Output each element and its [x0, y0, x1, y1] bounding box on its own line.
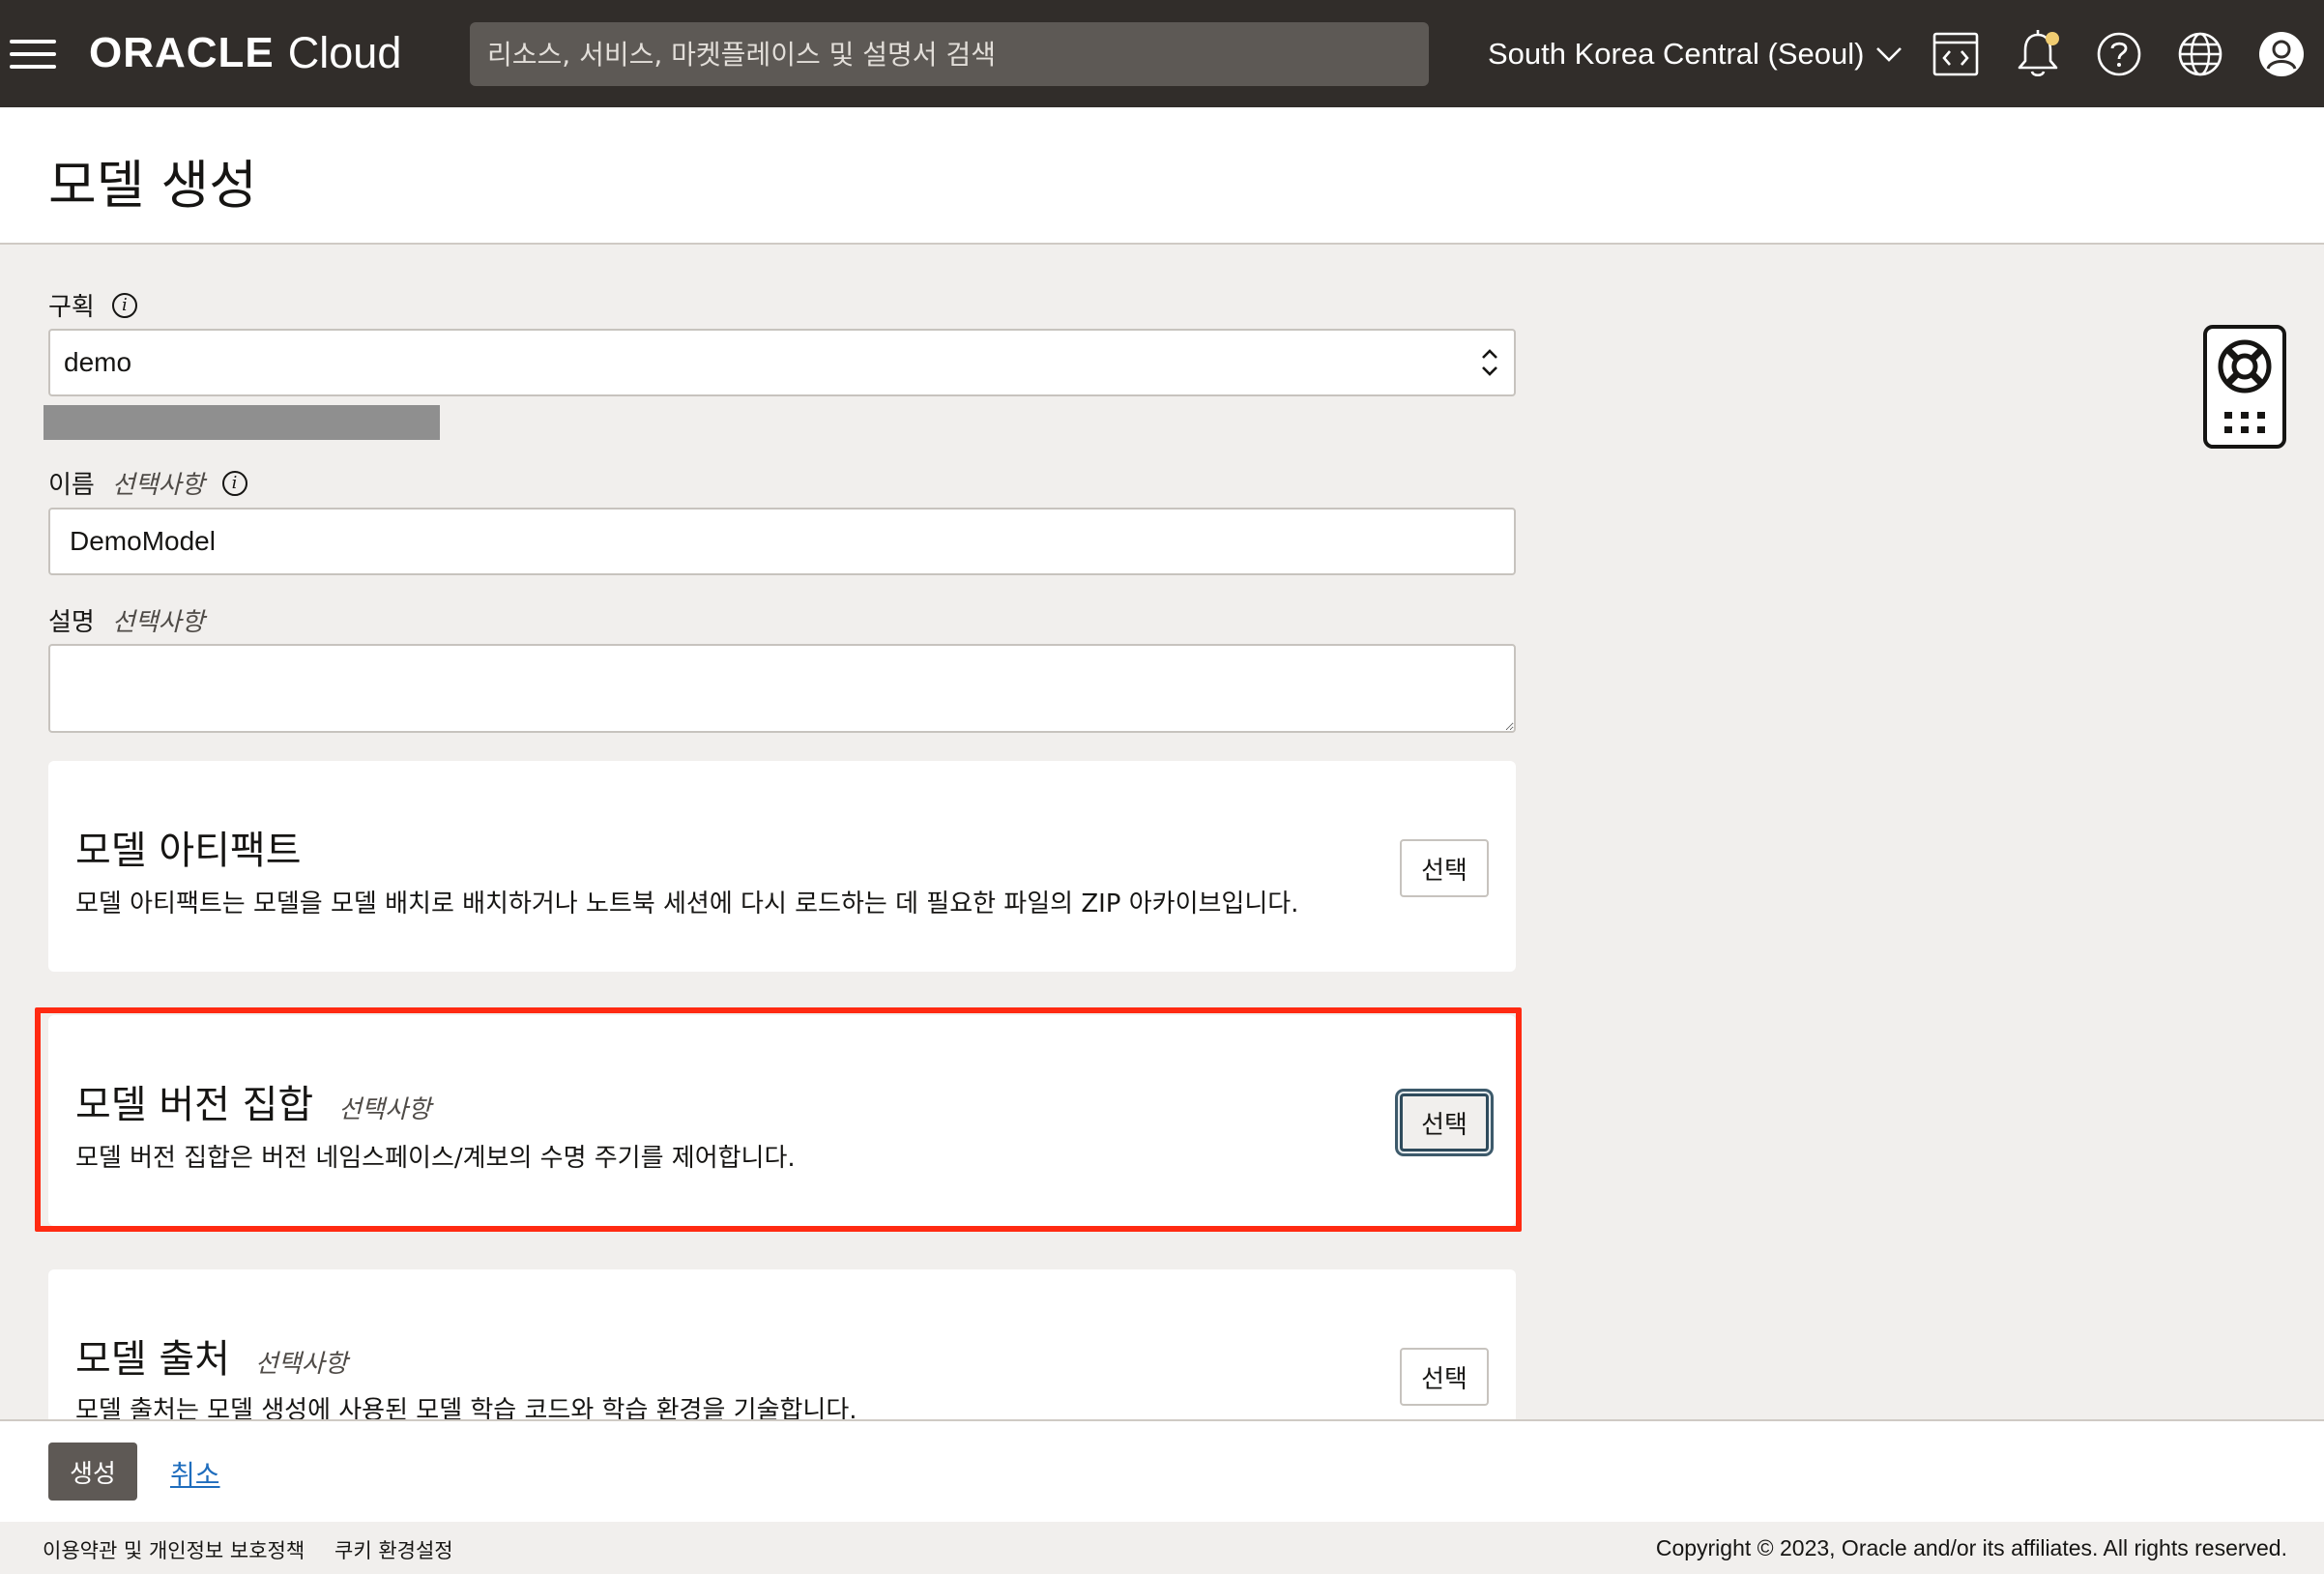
- region-label: South Korea Central (Seoul): [1488, 37, 1865, 71]
- brand-oracle: ORACLE: [89, 29, 275, 76]
- brand-cloud: Cloud: [287, 28, 402, 77]
- apps-grid-icon: [2224, 412, 2265, 433]
- description-label-text: 설명: [48, 608, 95, 637]
- cancel-link[interactable]: 취소: [170, 1454, 220, 1493]
- chevron-down-icon: [1876, 47, 1903, 62]
- cookie-preferences-link[interactable]: 쿠키 환경설정: [334, 1535, 453, 1564]
- compartment-label-text: 구획: [48, 293, 95, 322]
- name-input[interactable]: [48, 508, 1516, 575]
- description-label: 설명 선택사항: [48, 602, 205, 638]
- description-textarea[interactable]: [48, 644, 1516, 733]
- help-widget[interactable]: [2203, 325, 2286, 449]
- info-icon[interactable]: i: [111, 292, 137, 318]
- redacted-compartment-path: [44, 405, 440, 440]
- description-optional-tag: 선택사항: [111, 608, 205, 637]
- create-button[interactable]: 생성: [48, 1443, 137, 1501]
- model-provenance-description: 모델 출처는 모델 생성에 사용된 모델 학습 코드와 학습 환경을 기술합니다…: [75, 1396, 857, 1419]
- model-artifact-card: 모델 아티팩트 모델 아티팩트는 모델을 모델 배치로 배치하거나 노트북 세션…: [48, 761, 1516, 972]
- model-provenance-card: 모델 출처 선택사항 모델 출처는 모델 생성에 사용된 모델 학습 코드와 학습…: [48, 1269, 1516, 1419]
- oracle-cloud-logo[interactable]: ORACLE Cloud: [89, 25, 401, 81]
- menu-icon[interactable]: [10, 40, 56, 69]
- model-provenance-title-text: 모델 출처: [75, 1337, 230, 1382]
- model-provenance-optional-tag: 선택사항: [254, 1349, 348, 1379]
- name-optional-tag: 선택사항: [111, 471, 205, 500]
- model-artifact-title-text: 모델 아티팩트: [75, 829, 302, 873]
- red-highlight-box: [35, 1007, 1522, 1232]
- code-editor-icon[interactable]: [1929, 27, 1983, 81]
- compartment-select[interactable]: demo: [48, 329, 1516, 396]
- user-profile-icon[interactable]: [2254, 27, 2309, 81]
- model-artifact-title: 모델 아티팩트: [75, 819, 302, 875]
- compartment-value: demo: [64, 347, 132, 377]
- page-footer: 이용약관 및 개인정보 보호정책 쿠키 환경설정 Copyright © 202…: [0, 1522, 2324, 1574]
- select-model-artifact-button[interactable]: 선택: [1400, 839, 1489, 897]
- lifebuoy-icon: [2218, 339, 2272, 394]
- notification-bell-icon[interactable]: [2012, 27, 2066, 81]
- page-title: 모델 생성: [48, 155, 257, 216]
- terms-privacy-link[interactable]: 이용약관 및 개인정보 보호정책: [43, 1535, 305, 1564]
- search-input[interactable]: [470, 22, 1429, 86]
- copyright-text: Copyright © 2023, Oracle and/or its affi…: [1655, 1535, 2287, 1560]
- name-label: 이름 선택사항 i: [48, 465, 247, 501]
- name-label-text: 이름: [48, 471, 95, 500]
- model-artifact-description: 모델 아티팩트는 모델을 모델 배치로 배치하거나 노트북 세션에 다시 로드하…: [75, 889, 1299, 918]
- select-arrows-icon: [1482, 349, 1497, 376]
- select-model-provenance-button[interactable]: 선택: [1400, 1348, 1489, 1406]
- info-icon[interactable]: i: [221, 470, 247, 496]
- page-header: 모델 생성: [0, 107, 2324, 245]
- help-question-icon[interactable]: [2092, 27, 2146, 81]
- compartment-label: 구획 i: [48, 287, 137, 323]
- language-globe-icon[interactable]: [2173, 27, 2227, 81]
- model-provenance-title: 모델 출처 선택사항: [75, 1327, 348, 1384]
- form-action-bar: 생성 취소: [0, 1419, 2324, 1524]
- top-navigation-bar: ORACLE Cloud South Korea Central (Seoul): [0, 0, 2324, 107]
- region-selector[interactable]: South Korea Central (Seoul): [1488, 31, 1903, 77]
